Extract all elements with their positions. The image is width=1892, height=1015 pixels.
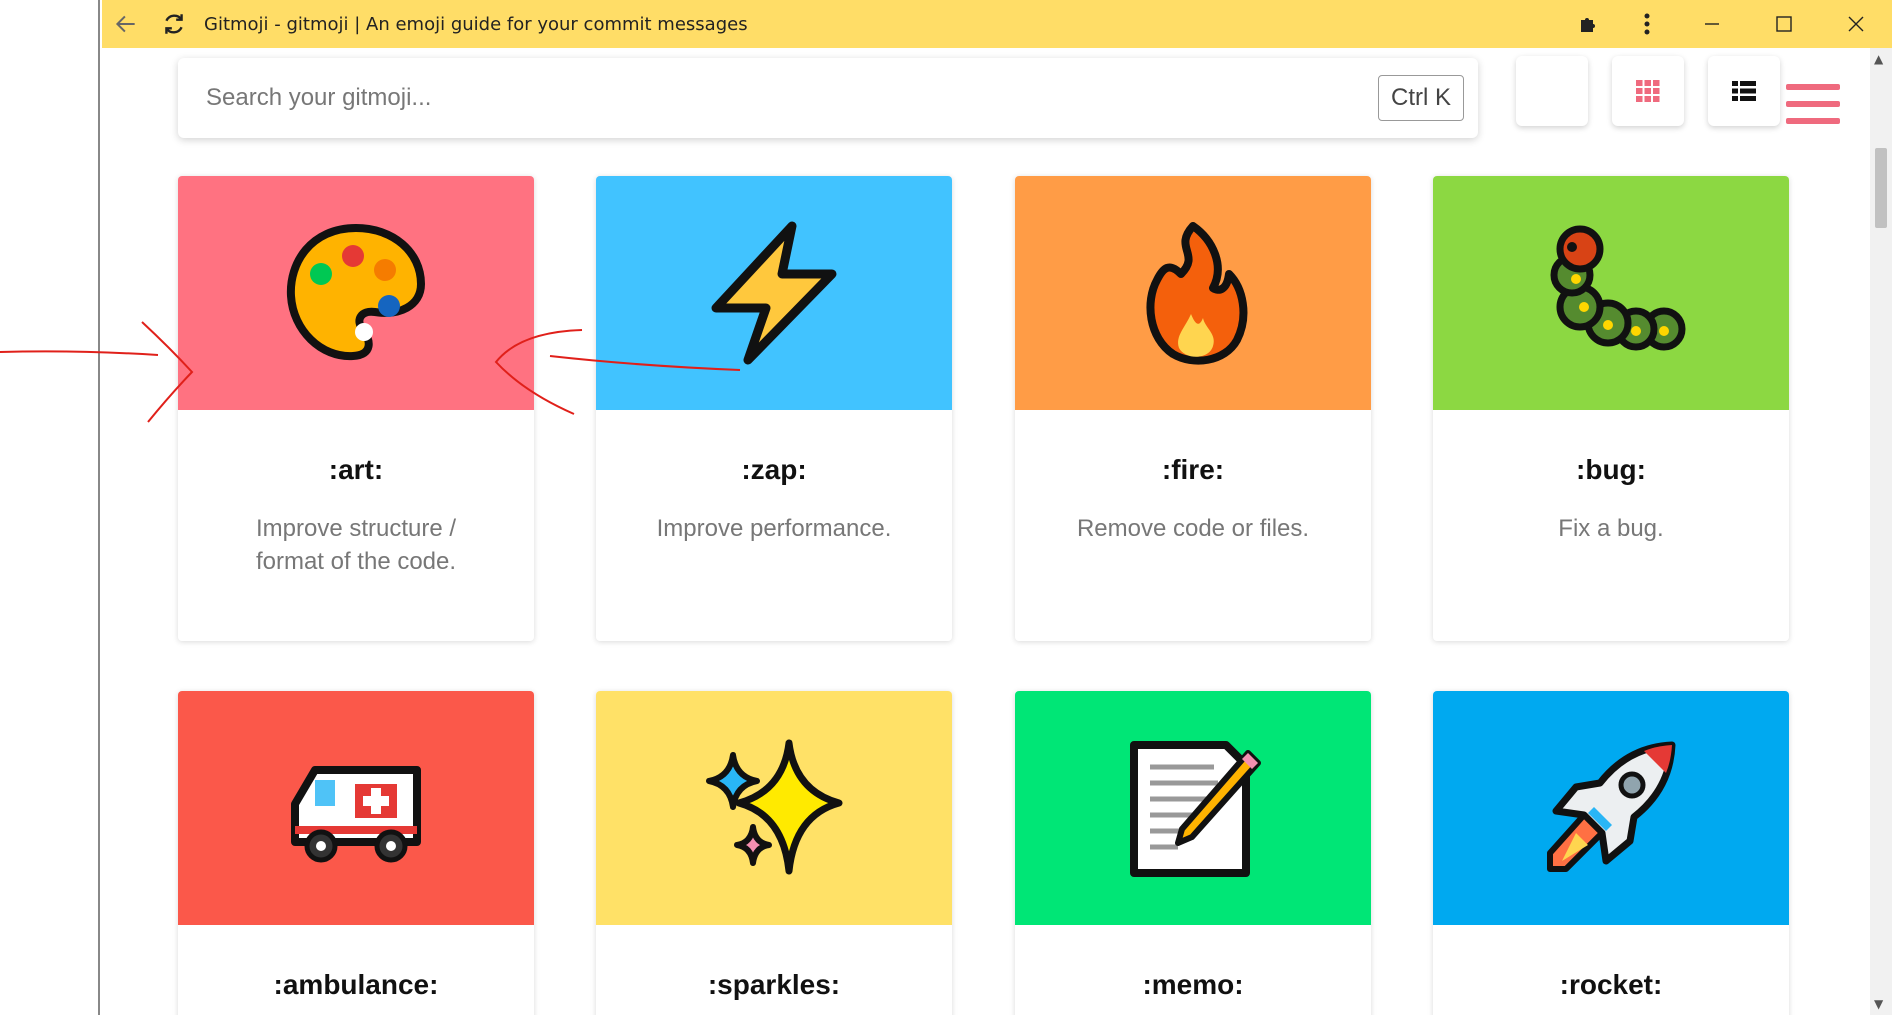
list-view-button[interactable]: [1708, 56, 1780, 126]
card-emoji-area: [178, 176, 534, 410]
card-emoji-area: [178, 691, 534, 925]
card-emoji-area: [596, 176, 952, 410]
maximize-button[interactable]: [1748, 0, 1820, 48]
gitmoji-description: Improve structure / format of the code.: [255, 515, 457, 575]
more-options-button[interactable]: [1618, 0, 1676, 48]
minimize-icon: [1705, 23, 1719, 25]
card-emoji-area: [1433, 176, 1789, 410]
gitmoji-card-memo[interactable]: :memo:: [1015, 691, 1371, 1015]
gitmoji-code: :art:: [328, 454, 384, 485]
grid-icon: [1636, 80, 1660, 102]
maximize-icon: [1776, 16, 1792, 32]
scroll-up-icon[interactable]: ▲: [1874, 52, 1883, 66]
desktop-background: [0, 0, 100, 1015]
minimize-button[interactable]: [1676, 0, 1748, 48]
puzzle-icon: [1581, 18, 1595, 32]
shortcut-badge: Ctrl K: [1378, 75, 1464, 121]
extensions-button[interactable]: [1560, 0, 1618, 48]
gitmoji-code: :fire:: [1161, 454, 1225, 485]
card-emoji-area: [1015, 691, 1371, 925]
grid-view-button[interactable]: [1612, 56, 1684, 126]
reload-button[interactable]: [150, 0, 198, 48]
memo-icon: [1130, 741, 1261, 877]
card-emoji-area: [596, 691, 952, 925]
page-content: Ctrl K: [102, 48, 1892, 1015]
gitmoji-card-zap[interactable]: :zap: Improve performance.: [596, 176, 952, 641]
moon-icon: [1548, 82, 1557, 100]
scroll-thumb[interactable]: [1875, 148, 1887, 228]
gitmoji-code: :bug:: [1576, 454, 1646, 485]
sparkles-icon: [706, 739, 843, 875]
gitmoji-card-art[interactable]: :art: Improve structure / format of the …: [178, 176, 534, 641]
ambulance-icon: [291, 766, 421, 863]
fire-icon: [1146, 222, 1248, 365]
page-title: Gitmoji - gitmoji | An emoji guide for y…: [204, 13, 748, 35]
gitmoji-code: :ambulance:: [273, 969, 439, 1000]
gitmoji-description: Remove code or files.: [1076, 515, 1310, 542]
gitmoji-card-sparkles[interactable]: :sparkles:: [596, 691, 952, 1015]
back-button[interactable]: [102, 0, 150, 48]
gitmoji-code: :memo:: [1142, 969, 1244, 1000]
gitmoji-description: Improve performance.: [656, 515, 892, 542]
list-icon: [1732, 81, 1756, 101]
gitmoji-card-fire[interactable]: :fire: Remove code or files.: [1015, 176, 1371, 641]
close-button[interactable]: [1820, 0, 1892, 48]
theme-toggle-button[interactable]: [1516, 56, 1588, 126]
card-emoji-area: [1433, 691, 1789, 925]
rocket-icon: [1547, 741, 1676, 872]
scrollbar[interactable]: ▲ ▼: [1870, 48, 1892, 1015]
title-bar: Gitmoji - gitmoji | An emoji guide for y…: [102, 0, 1892, 48]
search-bar: Ctrl K: [178, 58, 1478, 138]
reload-icon: [165, 14, 183, 34]
gitmoji-code: :zap:: [741, 454, 807, 485]
hamburger-menu-icon[interactable]: [1786, 84, 1840, 124]
gitmoji-card-ambulance[interactable]: :ambulance:: [178, 691, 534, 1015]
card-emoji-area: [1015, 176, 1371, 410]
scroll-down-icon[interactable]: ▼: [1874, 997, 1883, 1011]
gitmoji-code: :sparkles:: [707, 969, 841, 1000]
search-input[interactable]: [204, 83, 1378, 113]
gitmoji-card-bug[interactable]: :bug: Fix a bug.: [1433, 176, 1789, 641]
kebab-menu-icon: [1644, 13, 1650, 35]
close-icon: [1848, 16, 1864, 32]
bug-icon: [1550, 225, 1686, 351]
palette-icon: [286, 223, 426, 361]
gitmoji-card-rocket[interactable]: :rocket:: [1433, 691, 1789, 1015]
arrow-left-icon: [115, 15, 135, 33]
gitmoji-code: :rocket:: [1559, 969, 1663, 1000]
high-voltage-icon: [711, 221, 837, 365]
gitmoji-description: Fix a bug.: [1558, 515, 1664, 542]
browser-window: Gitmoji - gitmoji | An emoji guide for y…: [102, 0, 1892, 1015]
